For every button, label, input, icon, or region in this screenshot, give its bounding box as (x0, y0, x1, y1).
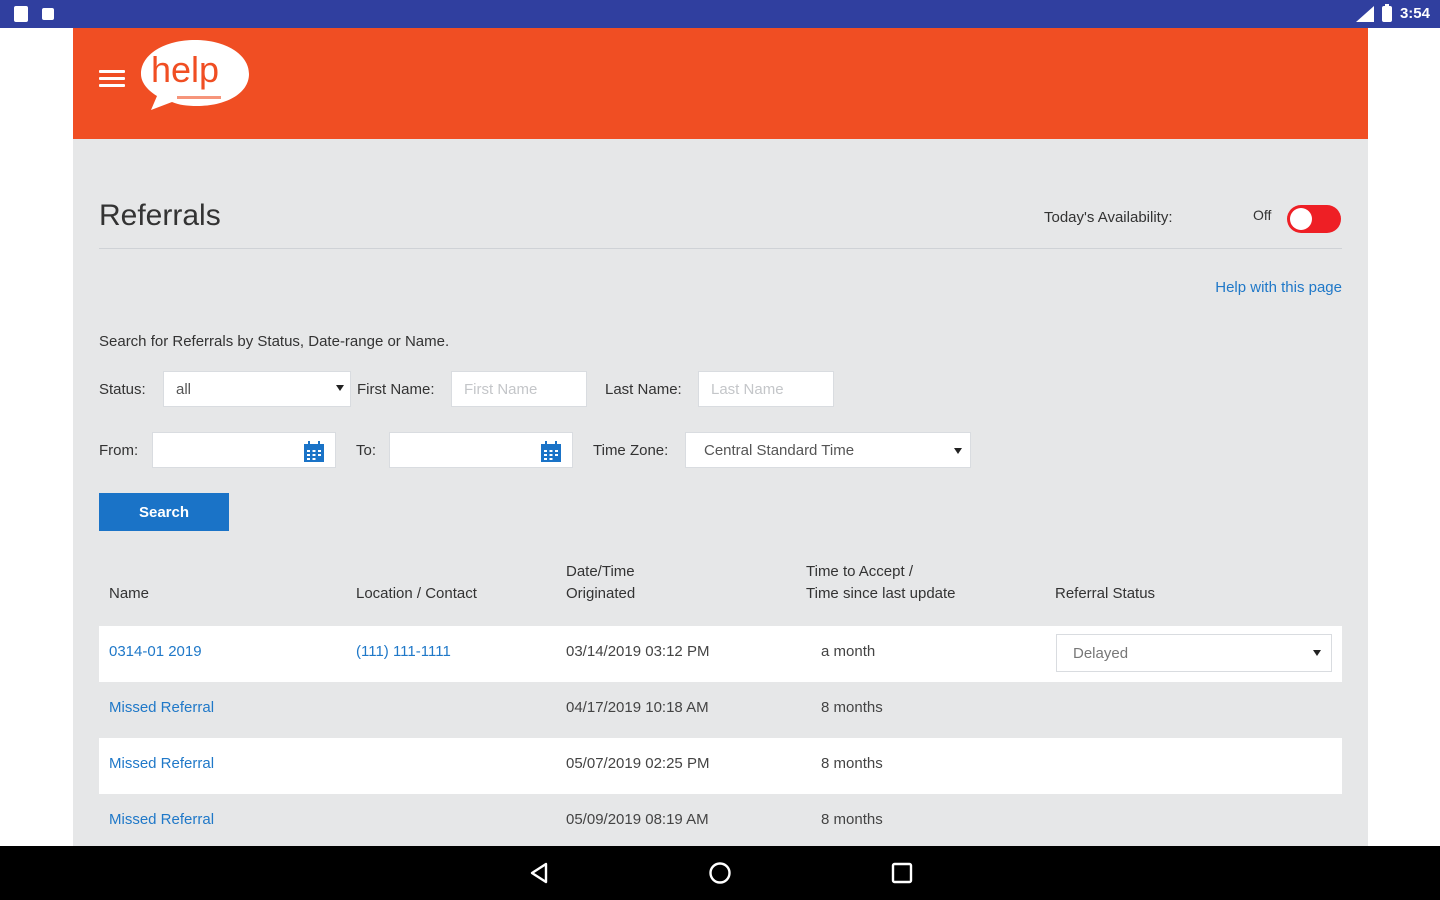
system-indicators: 3:54 (1355, 3, 1430, 22)
referral-status-value: Delayed (1073, 644, 1129, 662)
status-select[interactable]: all (163, 371, 351, 407)
availability-state: Off (1253, 207, 1272, 223)
referral-elapsed: 8 months (821, 699, 883, 716)
column-header-accept-line2: Time since last update (806, 585, 956, 602)
help-logo[interactable]: help (139, 38, 251, 112)
column-header-accept-line1: Time to Accept / (806, 563, 913, 580)
timezone-select-value: Central Standard Time (704, 441, 855, 459)
referral-contact-link[interactable]: (111) 111-1111 (356, 643, 451, 660)
search-instructions: Search for Referrals by Status, Date-ran… (99, 333, 450, 350)
availability-label: Today's Availability: (1044, 209, 1173, 226)
clock: 3:54 (1399, 5, 1430, 22)
title-row: Referrals Today's Availability: Off (99, 139, 1342, 249)
first-name-input[interactable]: First Name (451, 371, 587, 407)
referral-elapsed: 8 months (821, 755, 883, 772)
last-name-label: Last Name: (605, 381, 682, 398)
column-header-name: Name (109, 585, 150, 602)
calendar-icon[interactable] (303, 441, 325, 463)
chevron-down-icon (336, 385, 344, 391)
column-header-status: Referral Status (1055, 585, 1156, 602)
column-header-datetime-line2: Originated (566, 585, 636, 602)
table-row[interactable]: Missed Referral 05/09/2019 08:19 AM 8 mo… (99, 794, 1342, 846)
system-nav-bar (0, 846, 1440, 900)
toggle-knob (1290, 208, 1312, 230)
table-row[interactable]: 0314-01 2019 (111) 111-1111 03/14/2019 0… (99, 626, 1342, 682)
column-header-datetime: Date/Time Originated (566, 561, 635, 605)
recents-icon[interactable] (890, 861, 914, 885)
table-row[interactable]: Missed Referral 05/07/2019 02:25 PM 8 mo… (99, 738, 1342, 794)
status-select-value: all (176, 380, 192, 398)
notification-icon (42, 8, 54, 20)
back-icon[interactable] (527, 861, 551, 885)
home-icon[interactable] (708, 861, 732, 885)
calendar-icon[interactable] (540, 441, 562, 463)
search-button[interactable]: Search (99, 493, 229, 531)
timezone-label: Time Zone: (593, 442, 669, 459)
to-label: To: (356, 442, 377, 459)
from-date-input[interactable] (152, 432, 336, 468)
sd-card-icon (14, 6, 28, 22)
referral-datetime: 04/17/2019 10:18 AM (566, 699, 709, 716)
signal-icon (1355, 5, 1374, 22)
app-header: help (73, 28, 1368, 139)
availability-toggle[interactable] (1287, 205, 1341, 233)
timezone-select[interactable]: Central Standard Time (685, 432, 971, 468)
chevron-down-icon (954, 448, 962, 454)
table-row[interactable]: Missed Referral 04/17/2019 10:18 AM 8 mo… (99, 682, 1342, 738)
referral-name-link[interactable]: Missed Referral (109, 811, 214, 828)
notification-icons (14, 6, 54, 22)
last-name-placeholder: Last Name (711, 380, 784, 398)
page-title: Referrals (99, 199, 221, 232)
column-header-location: Location / Contact (356, 585, 477, 602)
logo-text: help (151, 49, 219, 90)
main-content: Referrals Today's Availability: Off Help… (99, 139, 1342, 828)
app-window: help Referrals Today's Availability: Off… (73, 28, 1368, 846)
chevron-down-icon (1313, 650, 1321, 656)
referral-datetime: 05/07/2019 02:25 PM (566, 755, 710, 772)
last-name-input[interactable]: Last Name (698, 371, 834, 407)
system-status-bar: 3:54 (0, 0, 1440, 28)
first-name-placeholder: First Name (464, 380, 538, 398)
referral-datetime: 05/09/2019 08:19 AM (566, 811, 709, 828)
battery-icon (1381, 3, 1392, 22)
referral-elapsed: a month (821, 643, 876, 660)
menu-icon[interactable] (99, 70, 125, 88)
referral-status-select[interactable]: Delayed (1056, 634, 1332, 672)
referral-name-link[interactable]: Missed Referral (109, 755, 214, 772)
help-link[interactable]: Help with this page (1215, 279, 1342, 296)
referral-name-link[interactable]: Missed Referral (109, 699, 214, 716)
referral-name-link[interactable]: 0314-01 2019 (109, 643, 202, 660)
referral-elapsed: 8 months (821, 811, 883, 828)
first-name-label: First Name: (357, 381, 435, 398)
referral-datetime: 03/14/2019 03:12 PM (566, 643, 710, 660)
to-date-input[interactable] (389, 432, 573, 468)
column-header-time-to-accept: Time to Accept / Time since last update (806, 561, 956, 605)
from-label: From: (99, 442, 139, 459)
column-header-datetime-line1: Date/Time (566, 563, 635, 580)
status-label: Status: (99, 381, 146, 398)
